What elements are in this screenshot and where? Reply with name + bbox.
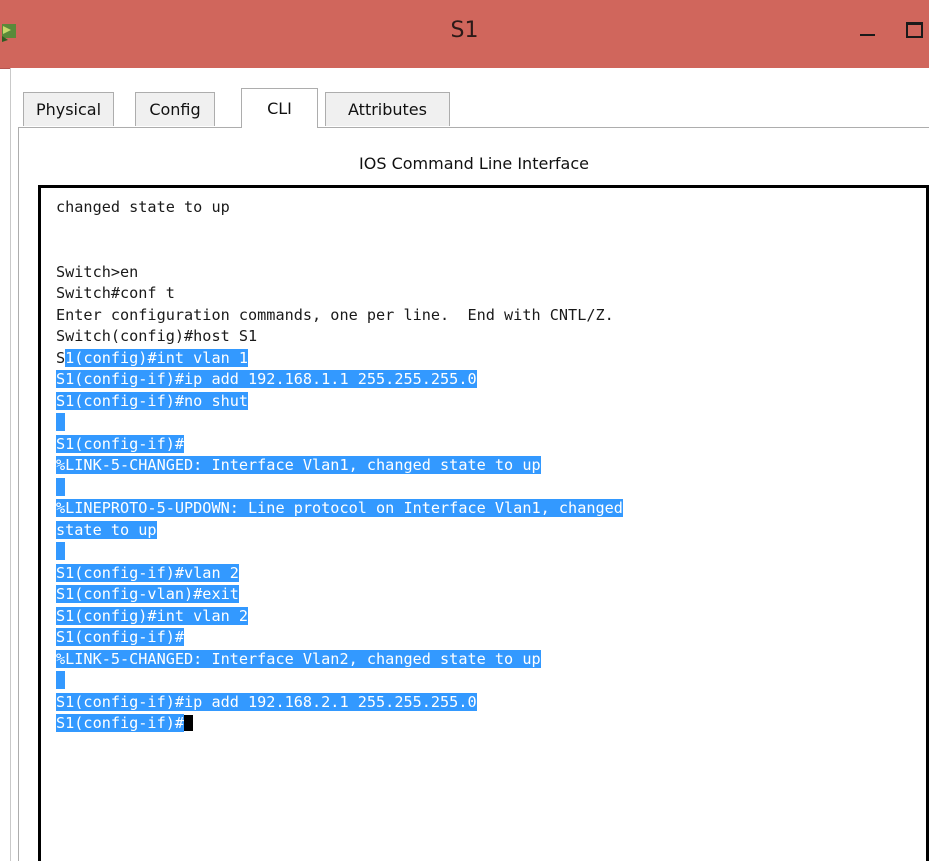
cli-line: S1(config-if)#no shut [56,391,929,413]
minimize-icon [860,34,875,36]
cli-line: S1(config-if)#vlan 2 [56,563,929,585]
cli-line [56,240,929,262]
cli-line-text: Switch>en [56,262,139,281]
cli-line [56,477,929,499]
cli-selected-text: S1(config)#int vlan 2 [56,606,249,625]
cli-line: %LINK-5-CHANGED: Interface Vlan2, change… [56,649,929,671]
cli-selected-text [56,542,66,560]
cli-selected-text [56,671,66,689]
cli-line: S1(config)#int vlan 1 [56,348,929,370]
cli-line-text: changed state to up [56,198,230,216]
title-bar[interactable]: S1 [0,0,929,69]
cli-selected-text: S1(config-if)# [56,434,185,453]
cli-selected-text: state to up [56,520,157,539]
cli-line [56,219,929,241]
cli-selected-text: S1(config-if)#ip add 192.168.2.1 255.255… [56,692,477,711]
maximize-button[interactable] [904,20,929,44]
cli-selected-text: %LINEPROTO-5-UPDOWN: Line protocol on In… [56,499,623,517]
cli-selected-text [56,477,66,496]
panel-title: IOS Command Line Interface [359,154,589,173]
tab-strip-line [18,127,929,128]
text-cursor [184,715,194,731]
cli-line: S1(config-if)# [56,627,929,649]
cli-selected-text: 1(config)#int vlan 1 [65,348,249,367]
cli-line: state to up [56,520,929,542]
cli-line: S1(config-vlan)#exit [56,584,929,606]
tab-cli[interactable]: CLI [241,88,318,128]
cli-line: S1(config-if)#ip add 192.168.1.1 255.255… [56,369,929,391]
cli-selected-text [56,413,66,431]
cli-line [56,412,929,434]
cli-line-text: Enter configuration commands, one per li… [56,305,614,324]
cli-line-text: Switch#conf t [56,284,175,302]
cli-line: changed state to up [56,197,929,219]
cli-line: S1(config-if)#ip add 192.168.2.1 255.255… [56,692,929,714]
cli-line-text: Switch(config)#host S1 [56,327,258,345]
cli-line [56,541,929,563]
cli-line: S1(config-if)# [56,434,929,456]
tab-attributes[interactable]: Attributes [325,92,450,126]
cli-line: %LINEPROTO-5-UPDOWN: Line protocol on In… [56,498,929,520]
cli-line: Switch>en [56,262,929,284]
cli-output[interactable]: changed state to up Switch>en Switch#conf … [56,197,929,735]
cli-selected-text: S1(config-if)# [56,714,185,732]
cli-line [56,670,929,692]
cli-line-text: S [56,348,66,367]
cli-selected-text: S1(config-if)#vlan 2 [56,563,239,582]
cli-line: Switch(config)#host S1 [56,326,929,348]
cli-selected-text: S1(config-if)#ip add 192.168.1.1 255.255… [56,370,477,388]
tab-label: Attributes [348,100,427,119]
device-window: S1 Physical Config CLI Attributes IOS Co… [0,0,929,861]
tab-label: CLI [267,99,292,118]
cli-line: S1(config)#int vlan 2 [56,606,929,628]
cli-selected-text: %LINK-5-CHANGED: Interface Vlan1, change… [56,456,541,474]
cli-selected-text: S1(config-if)# [56,628,185,646]
maximize-icon [906,22,923,38]
tab-label: Physical [35,100,102,119]
cli-selected-text: S1(config-vlan)#exit [56,585,239,603]
cli-selected-text: %LINK-5-CHANGED: Interface Vlan2, change… [56,649,541,668]
tab-label: Config [149,100,201,119]
window-title: S1 [450,18,479,43]
cli-line: %LINK-5-CHANGED: Interface Vlan1, change… [56,455,929,477]
cli-selected-text: S1(config-if)#no shut [56,391,249,410]
cli-line: S1(config-if)# [56,713,929,735]
minimize-button[interactable] [858,20,880,44]
cli-line: Switch#conf t [56,283,929,305]
cli-terminal[interactable]: changed state to up Switch>en Switch#conf … [38,185,929,861]
tab-config[interactable]: Config [135,92,215,126]
cli-line: Enter configuration commands, one per li… [56,305,929,327]
tab-physical[interactable]: Physical [23,92,114,126]
panel-left-border [18,127,19,861]
